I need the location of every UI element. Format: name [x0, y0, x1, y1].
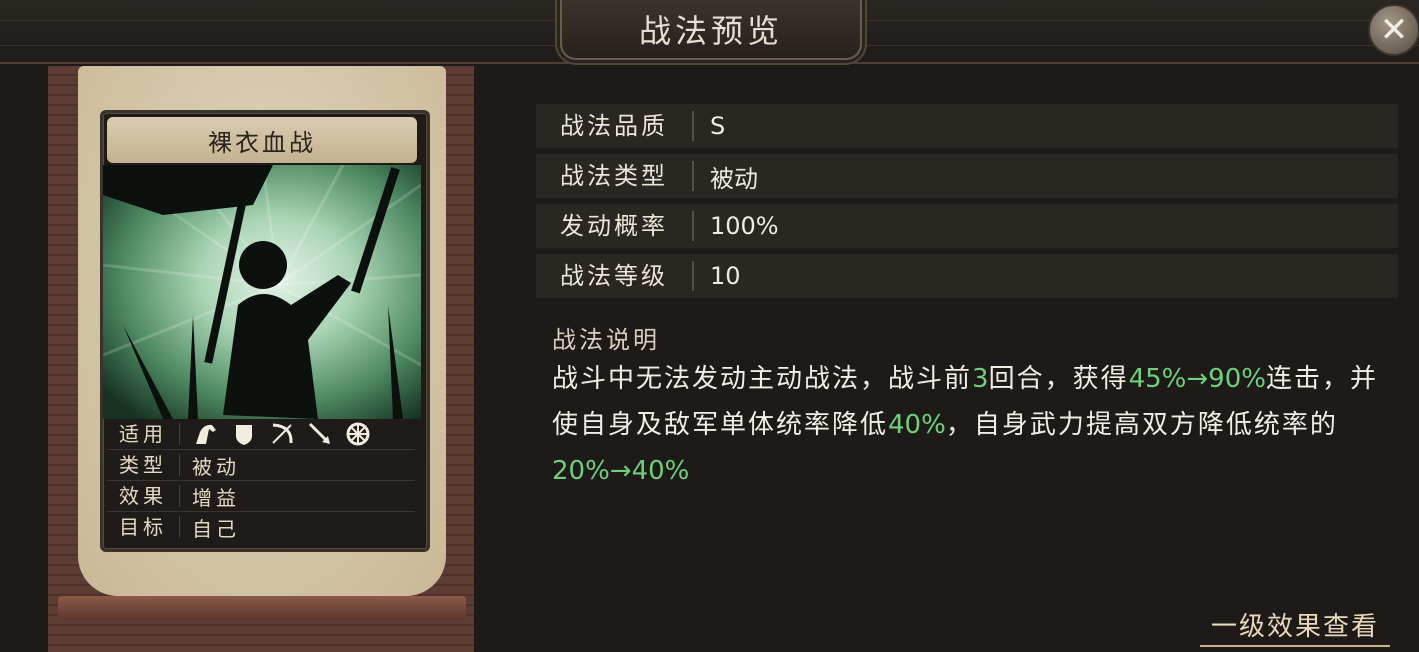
detail-value-quality: S — [710, 112, 726, 140]
detail-value-level: 10 — [710, 262, 741, 290]
shield-icon — [236, 425, 252, 445]
skill-info-table: 适用 类型 被动 效果 增益 目标 自己 — [103, 419, 421, 543]
description-highlight: 40% — [888, 410, 946, 440]
detail-row-level: 战法等级 10 — [536, 254, 1398, 298]
description-heading: 战法说明 — [552, 326, 660, 354]
unit-type-icons — [180, 420, 372, 448]
spear-icon — [308, 422, 330, 444]
detail-row-quality: 战法品质 S — [536, 104, 1398, 148]
info-key-target: 目标 — [107, 516, 180, 538]
info-key-applicable: 适用 — [107, 423, 180, 445]
page-title: 战法预览 — [638, 12, 783, 50]
bow-icon — [272, 423, 293, 444]
detail-row-type: 战法类型 被动 — [536, 154, 1398, 198]
detail-key-level: 战法等级 — [536, 261, 694, 291]
info-value-effect: 增益 — [192, 485, 240, 510]
detail-key-quality: 战法品质 — [536, 111, 694, 141]
close-button[interactable]: ✕ — [1368, 4, 1419, 56]
detail-key-trigger-rate: 发动概率 — [536, 211, 694, 241]
info-row-effect: 效果 增益 — [107, 481, 415, 512]
info-value-type: 被动 — [192, 454, 240, 479]
description-segment: 回合，获得 — [988, 364, 1129, 394]
info-row-type: 类型 被动 — [107, 450, 415, 481]
close-icon: ✕ — [1379, 10, 1409, 50]
info-row-applicable: 适用 — [107, 419, 415, 450]
info-key-effect: 效果 — [107, 485, 180, 507]
description-segment: 战斗中无法发动主动战法，战斗前 — [552, 364, 973, 394]
description-text: 战斗中无法发动主动战法，战斗前3回合，获得45%→90%连击，并使自身及敌军单体… — [552, 356, 1392, 494]
scroll-rod — [58, 596, 466, 620]
detail-key-type: 战法类型 — [536, 161, 694, 191]
wheel-icon — [346, 422, 370, 446]
detail-value-type: 被动 — [710, 164, 758, 193]
warrior-silhouette-image — [103, 165, 421, 419]
level-one-effect-link[interactable]: 一级效果查看 — [1200, 606, 1390, 647]
info-key-type: 类型 — [107, 454, 180, 476]
info-value-target: 自己 — [192, 516, 240, 541]
skill-card: 裸衣血战 适用 类型 被动 效果 增益 目标 自己 — [100, 110, 430, 552]
description-segment: ，自身武力提高双方降低统率的 — [945, 410, 1338, 440]
description-highlight: 45%→90% — [1128, 364, 1266, 394]
title-plate: 战法预览 — [560, 0, 862, 60]
detail-row-trigger-rate: 发动概率 100% — [536, 204, 1398, 248]
detail-value-trigger-rate: 100% — [710, 212, 779, 240]
skill-artwork — [103, 165, 421, 419]
cavalry-icon — [196, 424, 216, 444]
description-highlight: 20%→40% — [552, 456, 690, 486]
info-row-target: 目标 自己 — [107, 512, 415, 542]
description-highlight: 3 — [972, 364, 989, 394]
skill-name: 裸衣血战 — [107, 117, 417, 163]
